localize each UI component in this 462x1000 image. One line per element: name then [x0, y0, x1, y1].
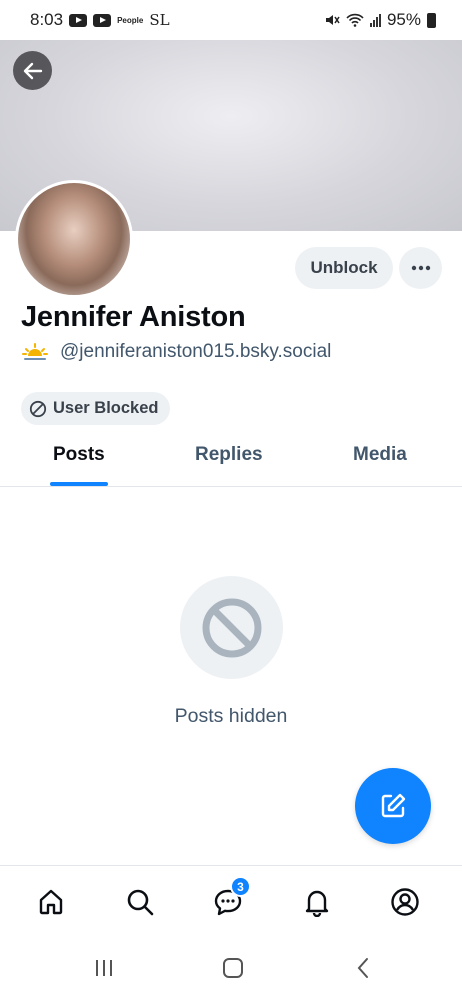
status-right: 95%: [324, 10, 436, 30]
block-icon-large: [202, 598, 261, 657]
battery-icon: [427, 12, 436, 28]
tab-media[interactable]: Media: [353, 444, 407, 466]
youtube-icon: [69, 13, 88, 27]
back-button[interactable]: [13, 51, 52, 90]
block-icon: [29, 400, 47, 417]
nav-profile[interactable]: [387, 884, 423, 920]
unblock-button[interactable]: Unblock: [295, 247, 393, 289]
active-tab-indicator: [50, 482, 108, 486]
home-square-icon: [223, 958, 243, 978]
wifi-icon: [346, 13, 364, 27]
profile-icon: [391, 888, 419, 916]
ellipsis-icon: [411, 265, 430, 271]
posts-hidden-illustration: [180, 576, 283, 679]
back-system-button[interactable]: [348, 955, 378, 981]
blocked-label: User Blocked: [53, 399, 159, 417]
bottom-nav: 3: [0, 865, 462, 937]
search-icon: [127, 889, 154, 916]
bell-icon: [305, 890, 329, 917]
more-options-button[interactable]: [399, 247, 442, 289]
youtube-icon-2: [93, 13, 112, 27]
handle-row: @jenniferaniston015.bsky.social: [22, 341, 331, 363]
compose-icon: [381, 793, 406, 818]
recent-apps-icon: [96, 960, 112, 976]
recent-apps-button[interactable]: [89, 955, 119, 981]
profile-handle: @jenniferaniston015.bsky.social: [60, 341, 332, 362]
nav-chat[interactable]: 3: [210, 876, 251, 920]
tab-replies[interactable]: Replies: [195, 444, 263, 466]
sl-app-icon: SL: [149, 11, 170, 29]
compose-post-button[interactable]: [355, 768, 431, 844]
people-app-icon: People: [117, 15, 144, 25]
user-blocked-badge: User Blocked: [21, 392, 171, 425]
signal-icon: [369, 13, 381, 27]
system-nav-bar: [0, 937, 462, 1000]
home-icon: [39, 889, 63, 915]
home-system-button[interactable]: [218, 955, 248, 981]
profile-tabs: Posts Replies Media: [0, 430, 462, 487]
nav-notifications[interactable]: [299, 884, 335, 920]
arrow-left-icon: [23, 62, 42, 79]
chat-badge: 3: [230, 876, 251, 897]
sun-icon: [22, 343, 48, 360]
status-left: 8:03 People SL: [30, 10, 170, 30]
nav-search[interactable]: [122, 884, 158, 920]
display-name: Jennifer Aniston: [21, 301, 246, 333]
status-time: 8:03: [30, 10, 64, 29]
posts-hidden-message: Posts hidden: [174, 705, 288, 727]
avatar[interactable]: [15, 180, 133, 298]
status-bar: 8:03 People SL 95%: [0, 0, 462, 40]
nav-home[interactable]: [33, 884, 69, 920]
chevron-left-icon: [357, 958, 368, 978]
mute-icon: [325, 15, 340, 25]
tab-posts[interactable]: Posts: [53, 444, 105, 466]
battery-percent: 95%: [386, 10, 421, 29]
